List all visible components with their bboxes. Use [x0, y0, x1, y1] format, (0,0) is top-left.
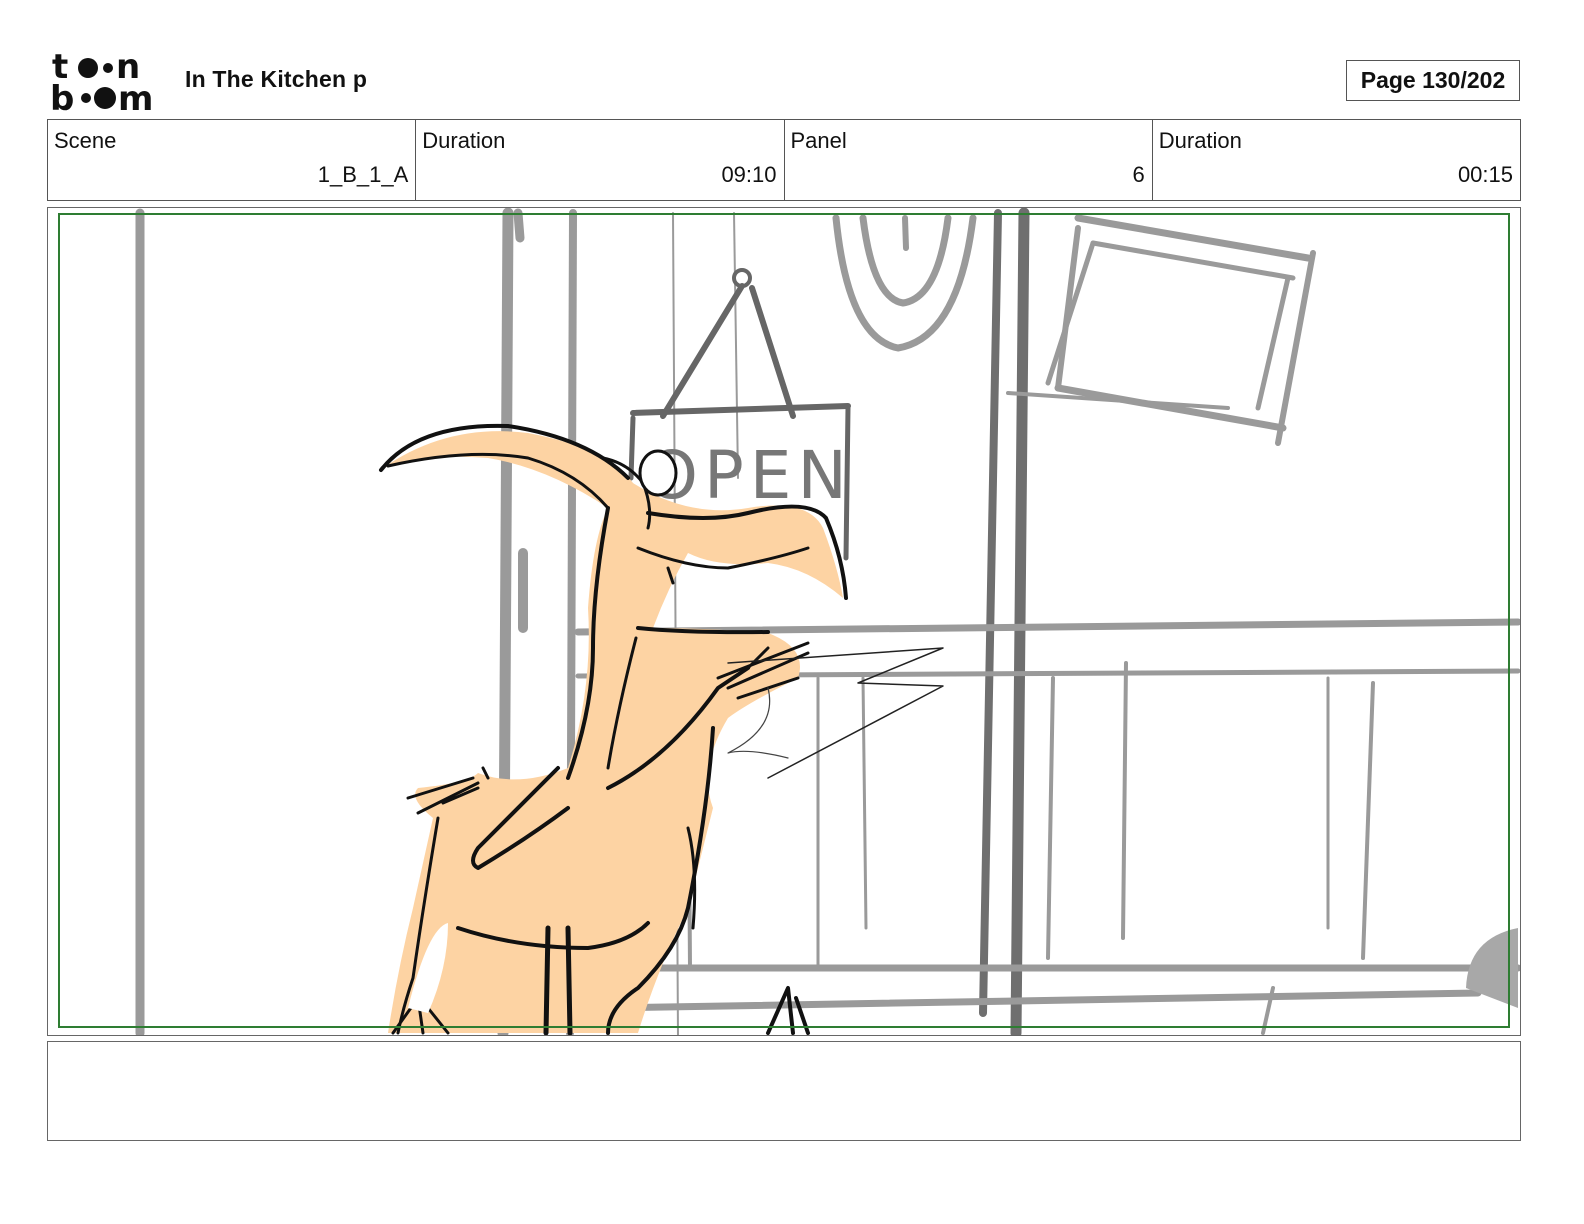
scene-info-table: Scene 1_B_1_A Duration 09:10 Panel 6 Dur… [47, 119, 1521, 201]
scene-duration-cell: Duration 09:10 [416, 120, 785, 200]
panel-notes-box [47, 1041, 1521, 1141]
storyboard-panel: OPEN [47, 207, 1521, 1036]
panel-duration-cell: Duration 00:15 [1153, 120, 1520, 200]
scene-label: Scene [54, 128, 117, 153]
toon-boom-logo: t n b m [50, 47, 165, 119]
safe-frame [58, 213, 1510, 1028]
panel-duration-label: Duration [1158, 128, 1242, 153]
panel-label: Panel [790, 128, 847, 153]
scene-cell: Scene 1_B_1_A [48, 120, 417, 200]
panel-value: 6 [1132, 162, 1145, 187]
svg-text:m: m [118, 79, 153, 112]
panel-cell: Panel 6 [785, 120, 1153, 200]
svg-text:b: b [50, 79, 74, 112]
panel-duration-value: 00:15 [1457, 162, 1513, 187]
scene-duration-label: Duration [422, 128, 506, 153]
scene-value: 1_B_1_A [317, 162, 409, 187]
background-sketch [135, 208, 1520, 1035]
scene-duration-value: 09:10 [721, 162, 777, 187]
panel-drawing: OPEN [58, 208, 1520, 1035]
project-title: In The Kitchen p [185, 66, 368, 92]
character-figure [379, 423, 944, 1035]
page-indicator: Page 130/202 [1346, 60, 1520, 101]
page-number: Page 130/202 [1360, 67, 1506, 93]
